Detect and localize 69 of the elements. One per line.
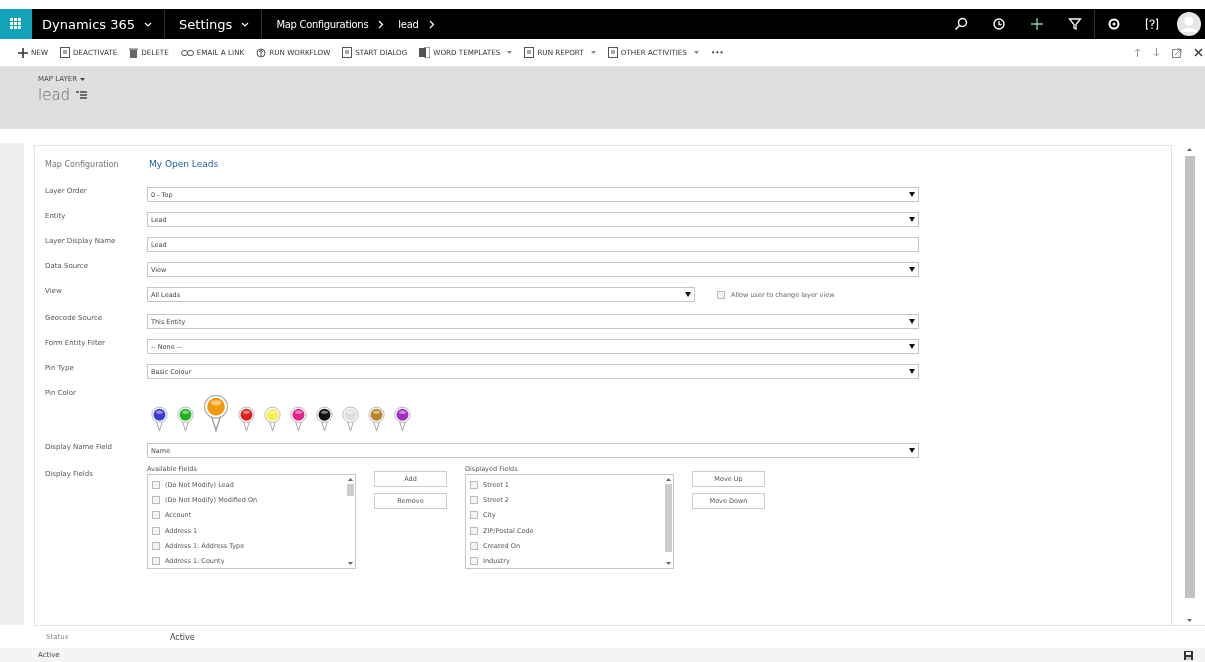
checkbox[interactable]: [152, 541, 160, 550]
checkbox[interactable]: [470, 557, 478, 566]
breadcrumb-link[interactable]: lead: [398, 18, 419, 30]
checkbox[interactable]: [470, 541, 478, 550]
chevron-down-icon[interactable]: [241, 21, 250, 27]
scroll-up-icon[interactable]: [1187, 148, 1192, 151]
search-icon[interactable]: [954, 17, 968, 31]
caret-icon: [909, 192, 915, 197]
caret-icon: [909, 319, 915, 324]
plus-icon[interactable]: [1030, 17, 1044, 31]
scroll-down-icon[interactable]: [1187, 619, 1192, 622]
checkbox[interactable]: [470, 526, 478, 535]
status-value: Active: [170, 632, 195, 642]
caret-icon[interactable]: [80, 77, 86, 81]
checkbox[interactable]: [152, 557, 160, 566]
history-icon[interactable]: [992, 17, 1006, 31]
down-arrow-icon[interactable]: [1153, 48, 1160, 57]
caret-icon: [909, 369, 915, 374]
document-icon: [60, 47, 71, 58]
checkbox[interactable]: [470, 511, 478, 520]
popout-icon[interactable]: [1172, 47, 1182, 58]
workflow-icon: [256, 47, 267, 58]
map-pin-icon[interactable]: [316, 406, 333, 432]
checkbox[interactable]: [152, 495, 160, 504]
app-launcher-icon[interactable]: [0, 9, 32, 39]
caret-icon: [909, 217, 915, 222]
chevron-right-icon: [428, 19, 435, 29]
checkbox[interactable]: [717, 290, 725, 299]
caret-icon: [909, 448, 915, 453]
scrollbar[interactable]: [663, 475, 673, 568]
map-pin-icon[interactable]: [151, 406, 168, 432]
section-label: Map Configuration: [45, 159, 120, 169]
checkbox[interactable]: [152, 526, 160, 535]
area-menu[interactable]: Settings: [179, 16, 233, 32]
document-icon: [524, 47, 535, 58]
caret-icon: [909, 344, 915, 349]
scroll-thumb[interactable]: [346, 484, 354, 496]
close-icon[interactable]: [1194, 48, 1203, 57]
save-icon[interactable]: [1184, 650, 1193, 660]
scroll-up-icon[interactable]: [665, 478, 671, 481]
breadcrumb-link[interactable]: Map Configurations: [276, 18, 369, 30]
checkbox[interactable]: [152, 511, 160, 520]
settings-icon[interactable]: [1107, 17, 1121, 31]
document-icon: [607, 47, 618, 58]
plus-icon: [18, 47, 28, 58]
checkbox[interactable]: [152, 480, 160, 489]
app-name[interactable]: Dynamics 365: [42, 16, 136, 32]
avatar-icon[interactable]: [1177, 12, 1201, 36]
caret-icon: [685, 292, 691, 297]
scroll-up-icon[interactable]: [347, 478, 353, 481]
filter-icon[interactable]: [1068, 17, 1082, 31]
caret-icon: [909, 267, 915, 272]
link-icon: [180, 48, 194, 57]
record-title: lead: [38, 86, 71, 104]
menu-icon[interactable]: [76, 91, 88, 99]
trash-icon: [129, 47, 139, 58]
help-icon[interactable]: [1145, 17, 1159, 31]
scroll-down-icon[interactable]: [347, 562, 353, 565]
scroll-thumb[interactable]: [664, 484, 672, 552]
scroll-down-icon[interactable]: [665, 562, 671, 565]
chevron-down-icon[interactable]: [144, 21, 153, 27]
up-arrow-icon[interactable]: [1134, 48, 1141, 57]
chevron-right-icon: [378, 19, 385, 29]
checkbox[interactable]: [470, 495, 478, 504]
checkbox[interactable]: [470, 480, 478, 489]
document-icon: [342, 47, 353, 58]
scrollbar[interactable]: [345, 475, 355, 568]
word-document-icon: [419, 47, 431, 58]
section-title: My Open Leads: [149, 159, 219, 169]
